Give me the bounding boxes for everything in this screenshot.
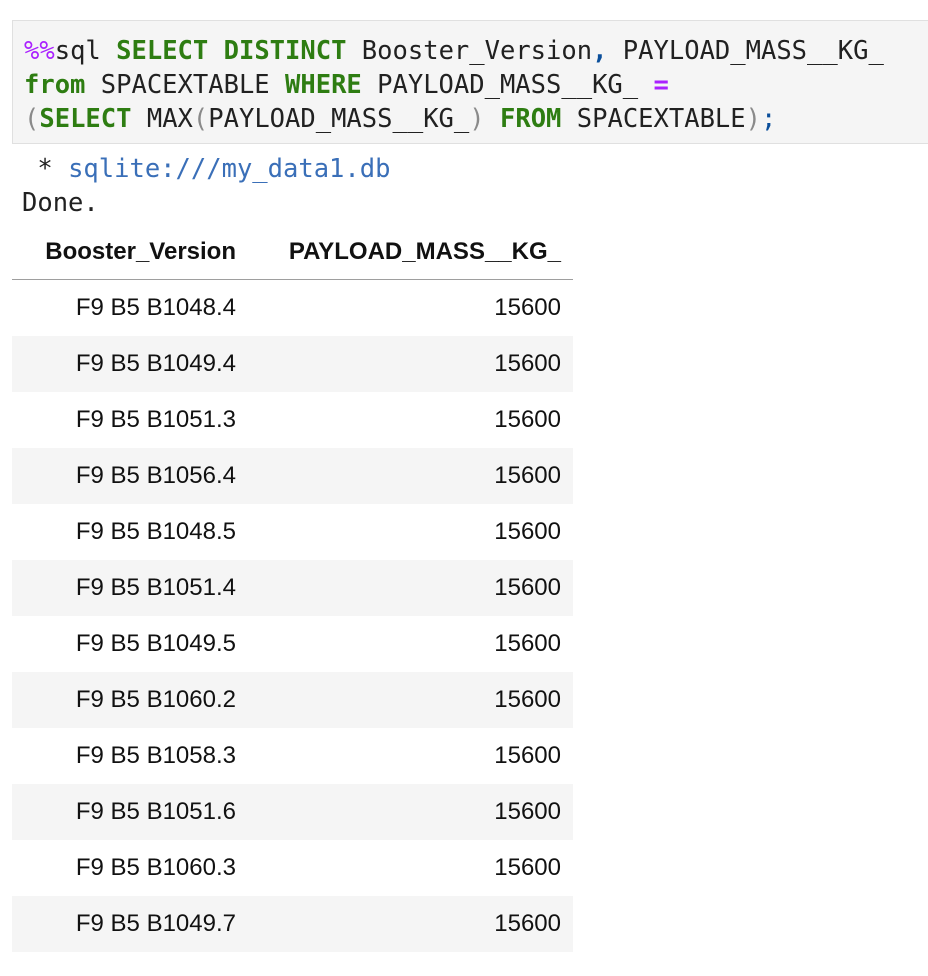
table-row: F9 B5 B1051.3 15600 xyxy=(12,392,573,448)
cell-payload-mass: 15600 xyxy=(494,574,561,601)
cell-payload-mass: 15600 xyxy=(494,630,561,657)
table-row: F9 B5 B1060.2 15600 xyxy=(12,672,573,728)
keyword-select: SELECT xyxy=(116,36,209,66)
cell-magic: %% xyxy=(24,36,55,66)
table-row: F9 B5 B1049.5 15600 xyxy=(12,616,573,672)
table-name: SPACEXTABLE xyxy=(561,104,746,134)
connection-line: * sqlite:///my_data1.db xyxy=(12,152,928,186)
cell-booster-version: F9 B5 B1048.5 xyxy=(75,518,236,545)
column-booster-version: Booster_Version xyxy=(346,36,593,66)
cell-booster-version: F9 B5 B1051.6 xyxy=(75,798,236,825)
keyword-distinct: DISTINCT xyxy=(223,36,347,66)
open-paren: ( xyxy=(24,104,40,134)
close-paren: ) xyxy=(745,104,761,134)
table-row: F9 B5 B1056.4 15600 xyxy=(12,448,573,504)
cell-booster-version: F9 B5 B1051.3 xyxy=(75,406,236,433)
connection-bullet: * xyxy=(22,154,69,184)
column-payload-mass: PAYLOAD_MASS__KG_ xyxy=(208,104,470,134)
keyword-from: FROM xyxy=(499,104,562,134)
cell-booster-version: F9 B5 B1049.5 xyxy=(75,630,236,657)
table-row: F9 B5 B1048.4 15600 xyxy=(12,280,573,337)
table-row: F9 B5 B1048.5 15600 xyxy=(12,504,573,560)
cell-booster-version: F9 B5 B1048.4 xyxy=(75,294,236,321)
column-payload-mass: PAYLOAD_MASS__KG_ xyxy=(607,36,884,66)
cell-booster-version: F9 B5 B1051.4 xyxy=(75,574,236,601)
table-row: F9 B5 B1049.7 15600 xyxy=(12,896,573,952)
column-header-booster-version: Booster_Version xyxy=(12,224,248,280)
cell-booster-version: F9 B5 B1056.4 xyxy=(75,462,236,489)
cell-payload-mass: 15600 xyxy=(494,798,561,825)
code-semicolon: ; xyxy=(761,104,777,134)
cell-payload-mass: 15600 xyxy=(494,910,561,937)
cell-payload-mass: 15600 xyxy=(494,294,561,321)
code-comma: , xyxy=(592,36,608,66)
code-cell-output: * sqlite:///my_data1.db Done. xyxy=(12,152,928,220)
code-line-1: %%sql SELECT DISTINCT Booster_Version, P… xyxy=(24,34,928,68)
keyword-from: from xyxy=(24,70,86,100)
table-row: F9 B5 B1058.3 15600 xyxy=(12,728,573,784)
cell-payload-mass: 15600 xyxy=(494,350,561,377)
cell-booster-version: F9 B5 B1049.4 xyxy=(75,350,236,377)
cell-payload-mass: 15600 xyxy=(494,686,561,713)
table-row: F9 B5 B1051.4 15600 xyxy=(12,560,573,616)
cell-payload-mass: 15600 xyxy=(494,742,561,769)
function-close-paren: ) xyxy=(469,104,485,134)
table-row: F9 B5 B1051.6 15600 xyxy=(12,784,573,840)
table-name: SPACEXTABLE xyxy=(85,70,286,100)
code-line-2: from SPACEXTABLE WHERE PAYLOAD_MASS__KG_… xyxy=(24,68,928,102)
code-cell-input[interactable]: %%sql SELECT DISTINCT Booster_Version, P… xyxy=(12,20,928,144)
cell-payload-mass: 15600 xyxy=(494,406,561,433)
column-payload-mass: PAYLOAD_MASS__KG_ xyxy=(361,70,654,100)
operator-equals: = xyxy=(653,70,669,100)
cell-payload-mass: 15600 xyxy=(494,462,561,489)
table-header-row: Booster_Version PAYLOAD_MASS__KG_ xyxy=(12,224,573,280)
function-open-paren: ( xyxy=(192,104,209,134)
keyword-where: WHERE xyxy=(285,70,362,100)
table-row: F9 B5 B1049.4 15600 xyxy=(12,336,573,392)
code-line-3: (SELECT MAX(PAYLOAD_MASS__KG_) FROM SPAC… xyxy=(24,102,928,136)
status-text: Done. xyxy=(22,188,99,218)
cell-booster-version: F9 B5 B1049.7 xyxy=(75,910,236,937)
cell-payload-mass: 15600 xyxy=(494,854,561,881)
cell-payload-mass: 15600 xyxy=(494,518,561,545)
magic-command: sql xyxy=(54,36,117,66)
cell-booster-version: F9 B5 B1058.3 xyxy=(75,742,236,769)
function-max: MAX xyxy=(131,104,193,134)
result-table: Booster_Version PAYLOAD_MASS__KG_ F9 B5 … xyxy=(12,224,573,952)
cell-booster-version: F9 B5 B1060.3 xyxy=(75,854,236,881)
column-header-payload-mass: PAYLOAD_MASS__KG_ xyxy=(248,224,573,280)
connection-string: sqlite:///my_data1.db xyxy=(68,154,391,184)
table-row: F9 B5 B1060.3 15600 xyxy=(12,840,573,896)
table-body: F9 B5 B1048.4 15600 F9 B5 B1049.4 15600 F9 B… xyxy=(12,280,573,952)
cell-booster-version: F9 B5 B1060.2 xyxy=(75,686,236,713)
keyword-select: SELECT xyxy=(39,104,132,134)
